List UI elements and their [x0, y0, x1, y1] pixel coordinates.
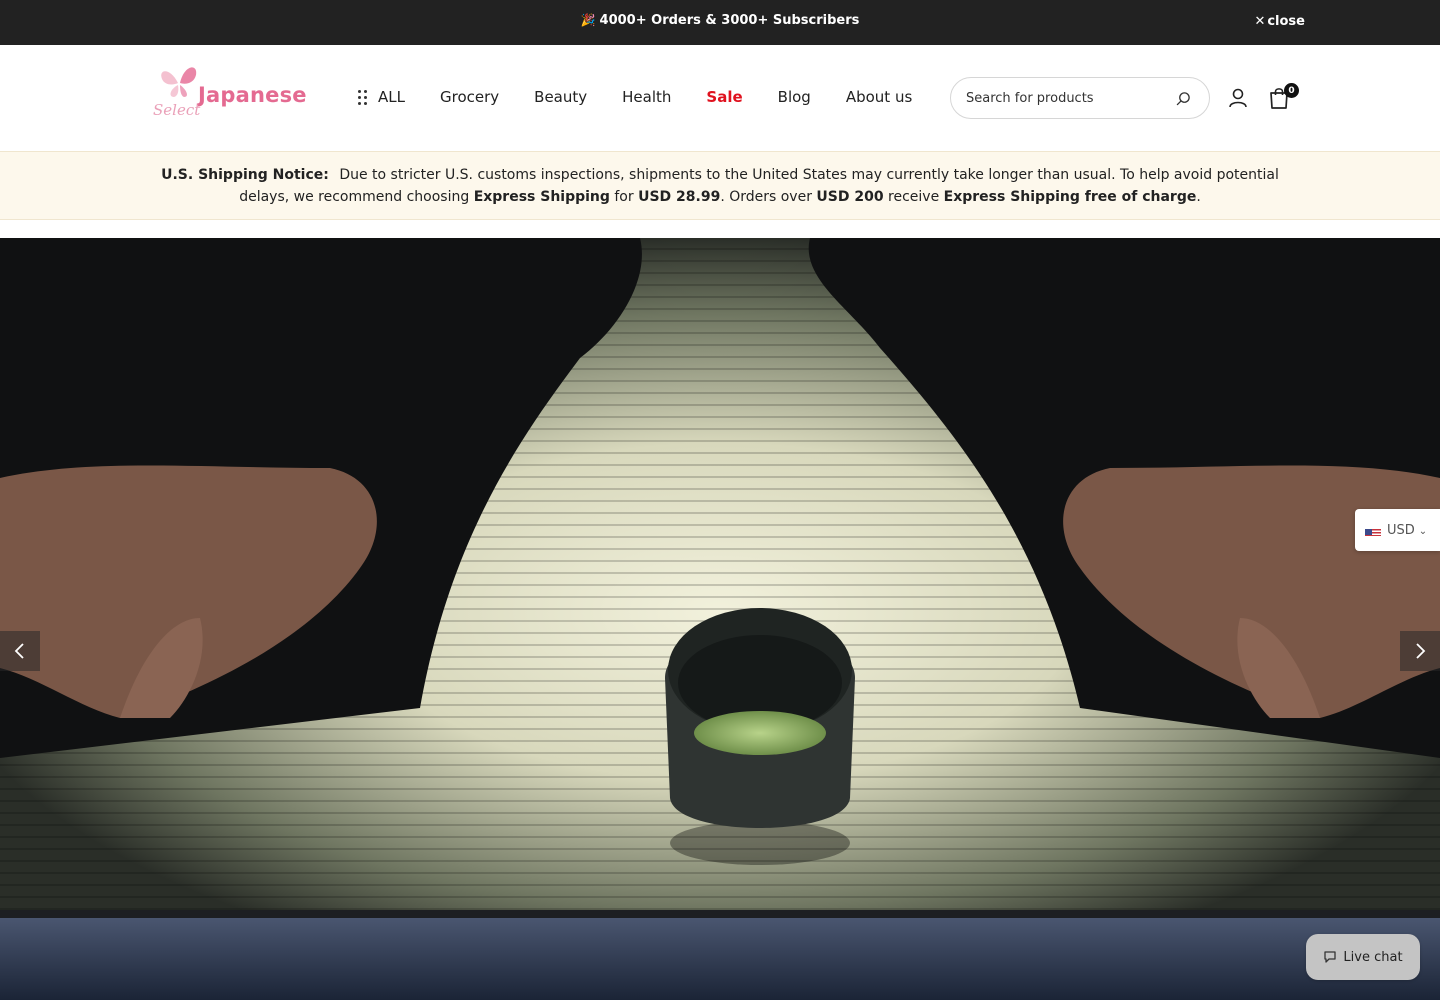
notice-bold-part: USD 28.99: [638, 189, 721, 205]
search-input[interactable]: [966, 88, 1166, 108]
grid-dots-icon: [358, 89, 367, 105]
nav-item-all[interactable]: ALL: [358, 88, 405, 106]
live-chat-button[interactable]: Live chat: [1306, 934, 1420, 980]
search-icon[interactable]: [1176, 91, 1191, 110]
notice-lead: U.S. Shipping Notice:: [161, 167, 329, 183]
nav-item-beauty[interactable]: Beauty: [534, 88, 587, 106]
currency-selector[interactable]: USD ⌄: [1355, 509, 1440, 551]
logo-wordmark: Japanese: [198, 83, 307, 107]
shipping-notice-text: U.S. Shipping Notice: Due to stricter U.…: [140, 164, 1300, 208]
slider-prev-button[interactable]: [0, 631, 40, 671]
search-box: [950, 77, 1210, 119]
nav-item-sale[interactable]: Sale: [706, 88, 742, 106]
hero-slider: [0, 238, 1440, 1000]
slider-next-button[interactable]: [1400, 631, 1440, 671]
us-flag-icon: [1365, 525, 1381, 536]
tea-ceremony-hero-image: [0, 238, 1440, 1000]
notice-text-part: .: [1196, 189, 1201, 205]
chat-bubble-icon: [1324, 951, 1337, 963]
logo-script: Select: [153, 101, 201, 119]
nav-item-health[interactable]: Health: [622, 88, 671, 106]
announcement-bar: 🎉 4000+ Orders & 3000+ Subscribers ✕ close: [0, 0, 1440, 45]
announcement-text: 4000+ Orders & 3000+ Subscribers: [599, 13, 860, 28]
party-popper-icon: 🎉: [580, 13, 596, 27]
notice-bold-part: Express Shipping free of charge: [943, 189, 1197, 205]
nav-item-label: ALL: [378, 88, 405, 106]
close-announcement-button[interactable]: ✕ close: [1254, 14, 1305, 29]
site-logo[interactable]: Japanese Select: [152, 61, 307, 121]
chevron-left-icon: [14, 643, 24, 659]
announcement-message: 🎉 4000+ Orders & 3000+ Subscribers: [0, 13, 1440, 28]
shipping-notice-banner: U.S. Shipping Notice: Due to stricter U.…: [0, 151, 1440, 220]
notice-bold-part: Express Shipping: [473, 189, 610, 205]
nav-item-about-us[interactable]: About us: [846, 88, 912, 106]
live-chat-label: Live chat: [1343, 949, 1403, 965]
account-icon[interactable]: [1228, 88, 1248, 112]
cart-count-badge: 0: [1284, 83, 1299, 98]
notice-bold-part: USD 200: [816, 189, 884, 205]
nav-item-blog[interactable]: Blog: [778, 88, 811, 106]
close-label: close: [1267, 14, 1305, 29]
site-header: Japanese Select ALL Grocery Beauty Healt…: [0, 45, 1440, 151]
notice-text-part: . Orders over: [720, 189, 817, 205]
notice-text-part: for: [609, 189, 639, 205]
notice-text-part: receive: [883, 189, 944, 205]
close-icon: ✕: [1254, 14, 1266, 29]
currency-code: USD: [1387, 522, 1415, 538]
chevron-down-icon: ⌄: [1418, 526, 1428, 537]
main-navigation: ALL Grocery Beauty Health Sale Blog Abou…: [358, 88, 947, 106]
chevron-right-icon: [1416, 643, 1426, 659]
nav-item-grocery[interactable]: Grocery: [440, 88, 499, 106]
